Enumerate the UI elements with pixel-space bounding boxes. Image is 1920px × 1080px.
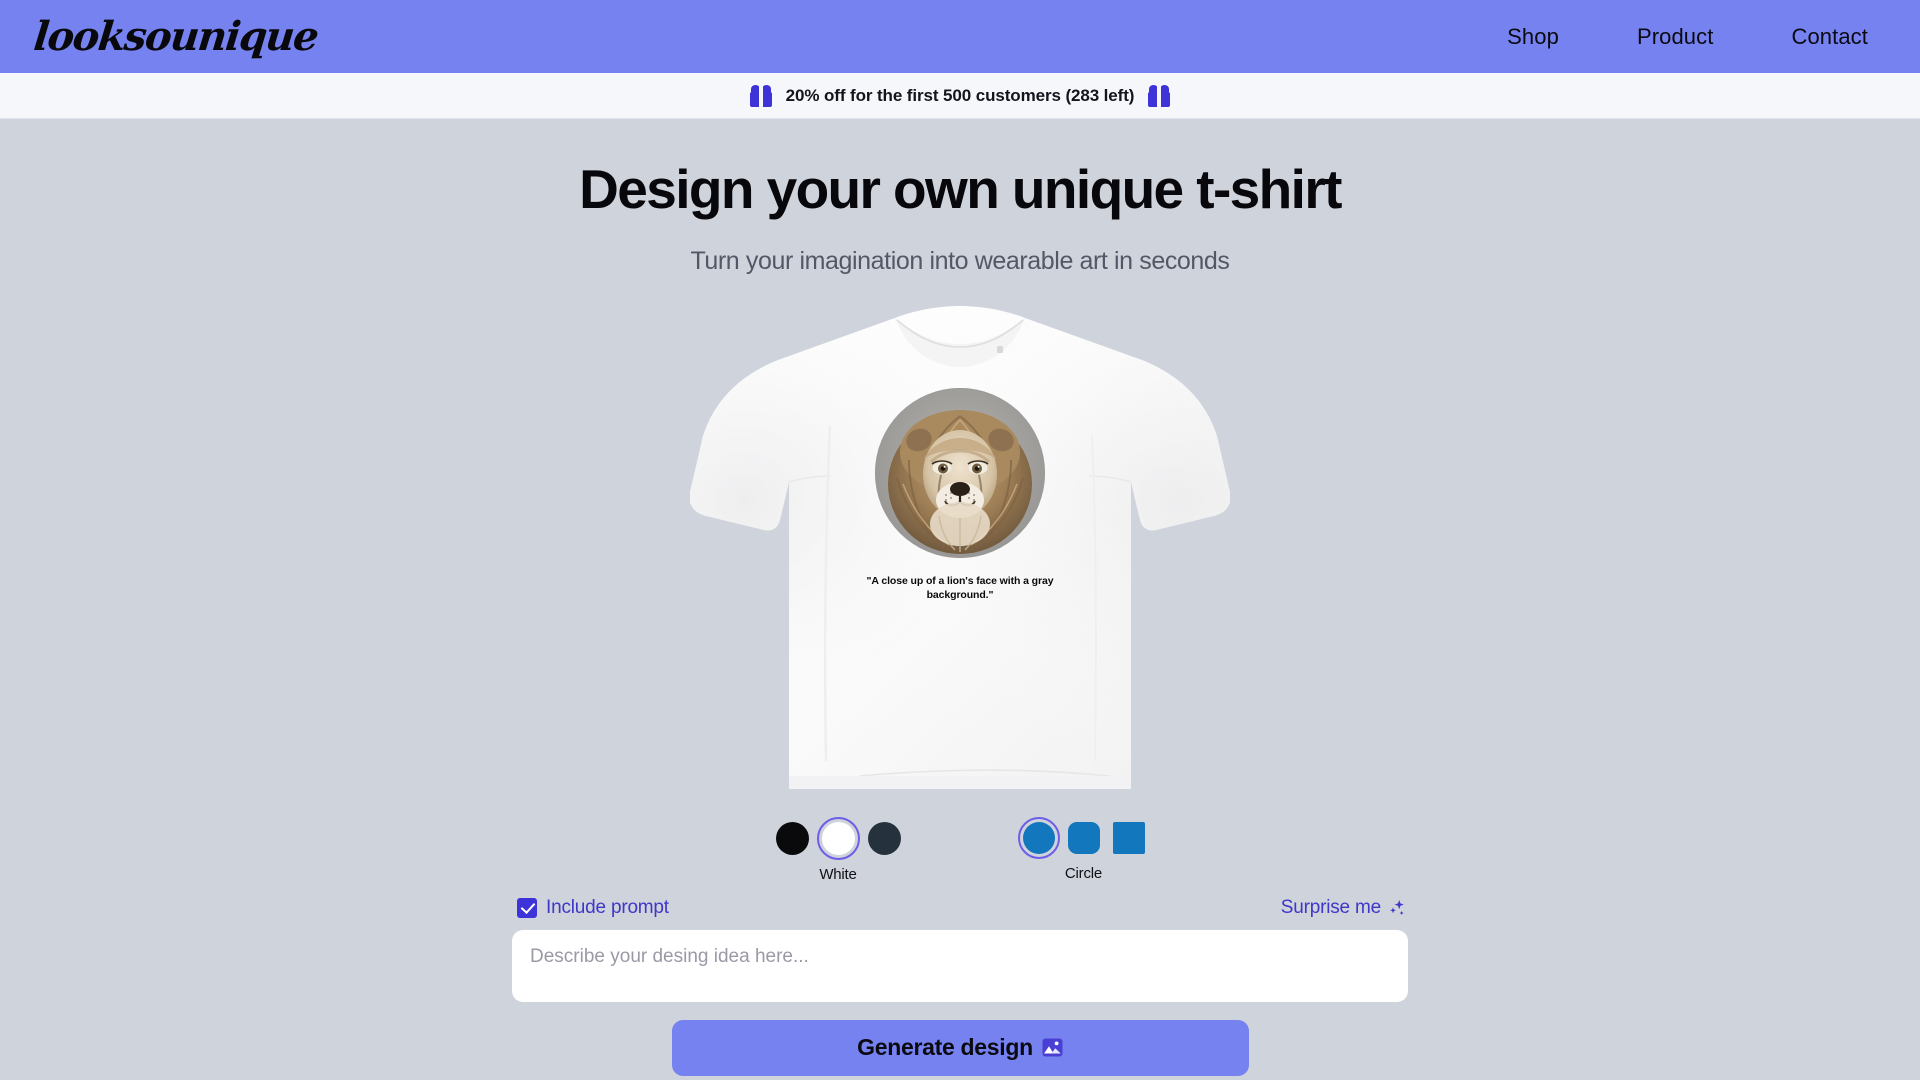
main-content: Design your own unique t-shirt Turn your… xyxy=(0,119,1920,1080)
color-picker: White xyxy=(775,816,901,883)
promo-banner-text: 20% off for the first 500 customers (283… xyxy=(785,85,1135,105)
generate-design-button[interactable]: Generate design xyxy=(671,1019,1249,1076)
main-navigation: Shop Product Contact xyxy=(1507,24,1884,50)
page-subtitle: Turn your imagination into wearable art … xyxy=(690,246,1230,275)
prompt-panel: Include prompt Surprise me Generate desi… xyxy=(512,897,1408,1076)
surprise-me-button[interactable]: Surprise me xyxy=(1281,897,1406,919)
sparkles-icon xyxy=(1390,899,1404,915)
shape-option-circle[interactable] xyxy=(1017,816,1060,859)
nav-item-shop[interactable]: Shop xyxy=(1507,24,1559,50)
design-prompt-input[interactable] xyxy=(512,929,1408,1002)
promo-banner: 20% off for the first 500 customers (283… xyxy=(0,73,1920,119)
tshirt-preview: "A close up of a lion's face with a gray… xyxy=(690,305,1230,806)
shirt-artwork xyxy=(875,387,1045,558)
surprise-me-label: Surprise me xyxy=(1280,896,1381,918)
color-picker-label: White xyxy=(819,865,857,883)
design-options: White Circle xyxy=(775,816,1145,883)
color-swatch-navy[interactable] xyxy=(867,821,901,855)
nav-item-product[interactable]: Product xyxy=(1637,24,1714,50)
gift-icon-right xyxy=(1148,84,1171,107)
color-swatch-list xyxy=(775,816,901,860)
shape-option-list xyxy=(1017,816,1145,859)
generate-design-label: Generate design xyxy=(857,1034,1033,1060)
gift-icon-left xyxy=(749,84,772,107)
generate-row: Generate design xyxy=(512,1019,1408,1076)
color-swatch-black[interactable] xyxy=(775,821,809,855)
prompt-toolbar: Include prompt Surprise me xyxy=(512,897,1408,919)
picture-icon xyxy=(1042,1038,1063,1057)
include-prompt-toggle[interactable]: Include prompt xyxy=(517,897,669,919)
shape-picker-label: Circle xyxy=(1064,864,1103,882)
brand-logo[interactable]: looksounique xyxy=(32,13,320,60)
site-header: looksounique Shop Product Contact xyxy=(0,0,1920,73)
include-prompt-checkbox[interactable] xyxy=(517,897,537,918)
include-prompt-label: Include prompt xyxy=(546,896,669,918)
nav-item-contact[interactable]: Contact xyxy=(1791,24,1868,50)
shirt-prompt-text: "A close up of a lion's face with a gray… xyxy=(866,574,1054,601)
shape-option-square[interactable] xyxy=(1112,821,1145,854)
color-swatch-white[interactable] xyxy=(816,816,860,860)
shape-picker: Circle xyxy=(1017,816,1145,882)
page-title: Design your own unique t-shirt xyxy=(579,158,1342,220)
lion-image xyxy=(875,387,1045,558)
shape-option-rounded-square[interactable] xyxy=(1067,821,1100,854)
